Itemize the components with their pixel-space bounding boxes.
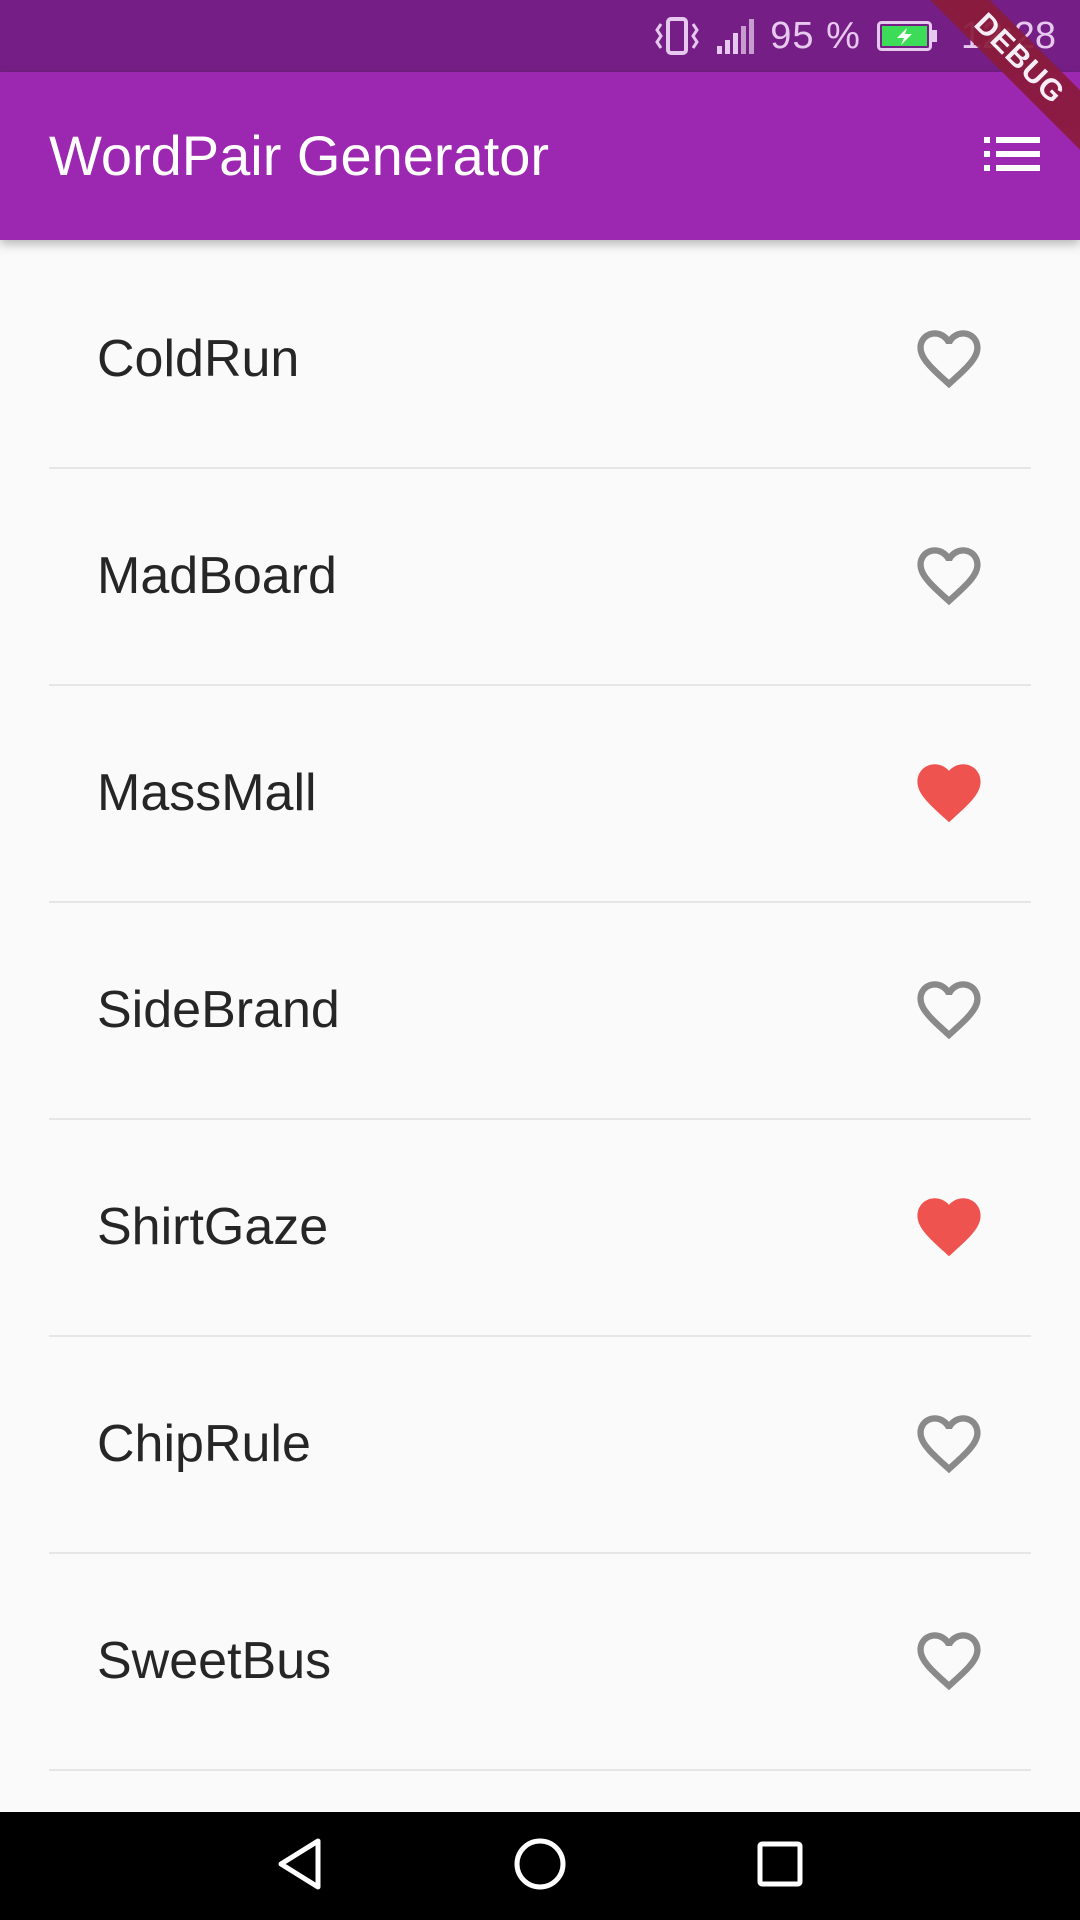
word-pair-text: ShirtGaze xyxy=(97,1198,329,1256)
navigation-bar xyxy=(0,1812,1080,1920)
heart-outline-icon[interactable] xyxy=(917,329,981,389)
screen: 95 % 12:28 WordPair Generator xyxy=(0,0,1080,1920)
vibrate-icon xyxy=(654,16,700,56)
word-pair-text: ChipRule xyxy=(97,1415,311,1473)
heart-outline-icon[interactable] xyxy=(917,546,981,606)
list-icon xyxy=(984,136,1040,177)
home-icon xyxy=(513,1837,567,1896)
heart-outline-icon[interactable] xyxy=(917,980,981,1040)
word-pair-row[interactable]: SideBrand xyxy=(49,903,1031,1120)
word-pair-list[interactable]: ColdRun MadBoard MassMall SideBrand ShirtGaz… xyxy=(0,240,1080,1771)
word-pair-text: ColdRun xyxy=(97,330,300,388)
heart-outline-icon[interactable] xyxy=(917,1631,981,1691)
battery-percent: 95 % xyxy=(770,14,861,57)
back-icon xyxy=(276,1837,324,1896)
word-pair-row[interactable]: ColdRun xyxy=(49,252,1031,469)
signal-icon xyxy=(716,18,755,54)
word-pair-row[interactable]: ChipRule xyxy=(49,1337,1031,1554)
back-button[interactable] xyxy=(265,1831,335,1901)
heart-outline-icon[interactable] xyxy=(917,1414,981,1474)
heart-filled-icon[interactable] xyxy=(917,763,981,823)
word-pair-text: MadBoard xyxy=(97,547,337,605)
recents-icon xyxy=(756,1840,804,1893)
word-pair-row[interactable]: SweetBus xyxy=(49,1554,1031,1771)
heart-filled-icon[interactable] xyxy=(917,1197,981,1257)
app-bar: WordPair Generator xyxy=(0,72,1080,240)
word-pair-row[interactable]: MassMall xyxy=(49,686,1031,903)
home-button[interactable] xyxy=(505,1831,575,1901)
status-bar: 95 % 12:28 xyxy=(0,0,1080,72)
word-pair-text: SideBrand xyxy=(97,981,340,1039)
word-pair-row[interactable]: ShirtGaze xyxy=(49,1120,1031,1337)
recents-button[interactable] xyxy=(745,1831,815,1901)
saved-list-button[interactable] xyxy=(974,118,1050,194)
word-pair-row[interactable]: MadBoard xyxy=(49,469,1031,686)
battery-charging-icon xyxy=(876,21,939,51)
app-title: WordPair Generator xyxy=(49,124,550,187)
word-pair-text: SweetBus xyxy=(97,1632,332,1690)
word-pair-text: MassMall xyxy=(97,764,317,822)
